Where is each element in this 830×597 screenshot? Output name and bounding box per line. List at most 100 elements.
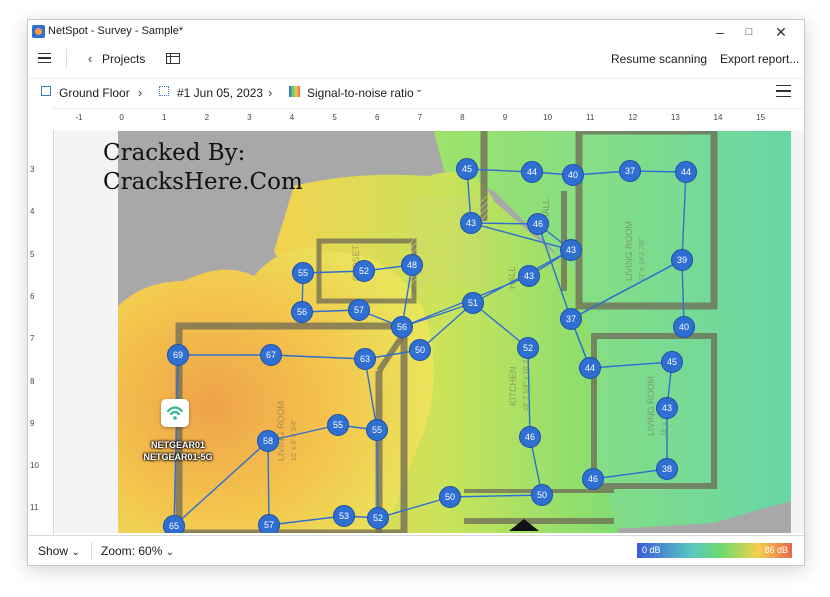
sidebar-panel-icon[interactable] [166, 53, 180, 64]
watermark-line: CracksHere.Com [103, 169, 303, 195]
hall-label: HALL [507, 266, 517, 289]
survey-point-value: 50 [415, 345, 425, 355]
ruler-tick-label: 5 [30, 249, 35, 259]
survey-point-value: 43 [566, 245, 576, 255]
ruler-tick-label: 11 [586, 113, 595, 122]
survey-point[interactable]: 63 [354, 348, 376, 370]
survey-point[interactable]: 57 [258, 514, 280, 534]
survey-icon [159, 86, 169, 96]
survey-point[interactable]: 43 [656, 397, 678, 419]
survey-point[interactable]: 48 [401, 254, 423, 276]
survey-point[interactable]: 56 [291, 301, 313, 323]
survey-point-value: 46 [533, 219, 543, 229]
survey-point[interactable]: 57 [348, 299, 370, 321]
survey-point-value: 55 [333, 420, 343, 430]
ruler-tick-label: 10 [30, 461, 39, 471]
survey-point[interactable]: 46 [519, 426, 541, 448]
survey-point[interactable]: 39 [671, 249, 693, 271]
wifi-icon [166, 406, 184, 420]
survey-point[interactable]: 38 [656, 458, 678, 480]
survey-point[interactable]: 43 [518, 265, 540, 287]
survey-point[interactable]: 40 [562, 164, 584, 186]
survey-point[interactable]: 51 [462, 292, 484, 314]
ruler-tick-label: 9 [502, 113, 508, 122]
menu-icon[interactable] [38, 53, 51, 64]
survey-point[interactable]: 40 [673, 316, 695, 338]
ruler-vertical: 3 4 5 6 7 8 9 10 11 [28, 130, 54, 535]
ruler-tick-label: 3 [247, 113, 252, 122]
snr-icon [289, 86, 300, 97]
living-room-dims: 15' x 6' 3 3/4" [291, 419, 298, 461]
survey-point[interactable]: 56 [391, 316, 413, 338]
survey-point-value: 52 [523, 343, 533, 353]
app-icon [32, 25, 45, 38]
survey-point[interactable]: 55 [366, 419, 388, 441]
floor-icon [41, 86, 51, 96]
chevron-left-icon[interactable]: ‹ [88, 51, 92, 66]
zoom-dropdown[interactable]: Zoom: 60% ⌄ [101, 544, 174, 558]
survey-point[interactable]: 37 [619, 160, 641, 182]
survey-point-value: 52 [373, 513, 383, 523]
ruler-tick-label: 12 [628, 113, 638, 122]
router-ssid: NETGEAR01-5G [143, 452, 213, 462]
survey-point-value: 58 [263, 436, 273, 446]
ruler-tick-label: 8 [460, 113, 465, 122]
survey-point-value: 50 [445, 492, 455, 502]
export-report-button[interactable]: Export report... [720, 52, 799, 66]
breadcrumb-survey[interactable]: #1 Jun 05, 2023 [177, 86, 263, 100]
survey-point[interactable]: 55 [292, 262, 314, 284]
ruler-tick-label: 11 [30, 503, 39, 513]
survey-point[interactable]: 45 [456, 158, 478, 180]
survey-point[interactable]: 69 [167, 344, 189, 366]
survey-point-value: 52 [359, 266, 369, 276]
toolbar-divider [66, 49, 67, 69]
survey-point[interactable]: 44 [521, 161, 543, 183]
survey-point[interactable]: 45 [661, 351, 683, 373]
ruler-tick-label: 6 [30, 291, 35, 301]
survey-point[interactable]: 46 [527, 213, 549, 235]
survey-point[interactable]: 37 [560, 308, 582, 330]
survey-point[interactable]: 53 [333, 505, 355, 527]
watermark-line: Cracked By: [103, 140, 246, 166]
survey-point[interactable]: 52 [353, 260, 375, 282]
survey-point[interactable]: 44 [579, 357, 601, 379]
survey-point[interactable]: 52 [367, 507, 389, 529]
maximize-icon[interactable]: □ [736, 22, 762, 42]
survey-point[interactable]: 50 [439, 486, 461, 508]
visualization-dropdown[interactable]: Signal-to-noise ratio [307, 86, 414, 100]
survey-point-value: 57 [264, 520, 274, 530]
survey-point[interactable]: 43 [560, 239, 582, 261]
filter-icon[interactable] [776, 85, 791, 98]
projects-button[interactable]: Projects [102, 52, 145, 66]
survey-point[interactable]: 58 [257, 430, 279, 452]
survey-point-value: 45 [462, 164, 472, 174]
ruler-tick-label: 8 [30, 376, 35, 386]
living-room-dims: 11' x 14'2 7/8" [639, 237, 646, 281]
breadcrumb-floor[interactable]: Ground Floor [59, 86, 130, 100]
survey-point[interactable]: 50 [409, 339, 431, 361]
window-title: NetSpot - Survey - Sample* [48, 25, 184, 37]
watermark-text: Cracked By: CracksHere.Com [103, 139, 303, 197]
survey-point[interactable]: 44 [675, 161, 697, 183]
survey-point[interactable]: 50 [531, 484, 553, 506]
ruler-tick-label: 6 [374, 113, 380, 122]
survey-point[interactable]: 67 [260, 344, 282, 366]
ruler-horizontal: -1 0 1 2 3 4 5 6 7 8 9 10 11 12 13 14 15 [53, 108, 804, 132]
survey-point[interactable]: 55 [327, 414, 349, 436]
breadcrumb: Ground Floor › #1 Jun 05, 2023 › Signal-… [28, 78, 804, 107]
minimize-icon[interactable]: – [707, 22, 733, 42]
router-marker[interactable] [161, 399, 189, 427]
chevron-down-icon[interactable]: ⌄ [415, 84, 423, 95]
survey-point[interactable]: 43 [460, 212, 482, 234]
close-icon[interactable]: ✕ [768, 22, 794, 42]
show-dropdown[interactable]: Show ⌄ [38, 544, 80, 558]
survey-point[interactable]: 46 [582, 468, 604, 490]
resume-scanning-button[interactable]: Resume scanning [611, 52, 707, 66]
survey-point-value: 37 [566, 314, 576, 324]
survey-point[interactable]: 52 [517, 337, 539, 359]
survey-point-value: 55 [298, 268, 308, 278]
survey-point[interactable]: 65 [163, 515, 185, 534]
survey-point-value: 48 [407, 260, 417, 270]
survey-point-value: 63 [360, 354, 370, 364]
survey-point-value: 69 [173, 350, 183, 360]
